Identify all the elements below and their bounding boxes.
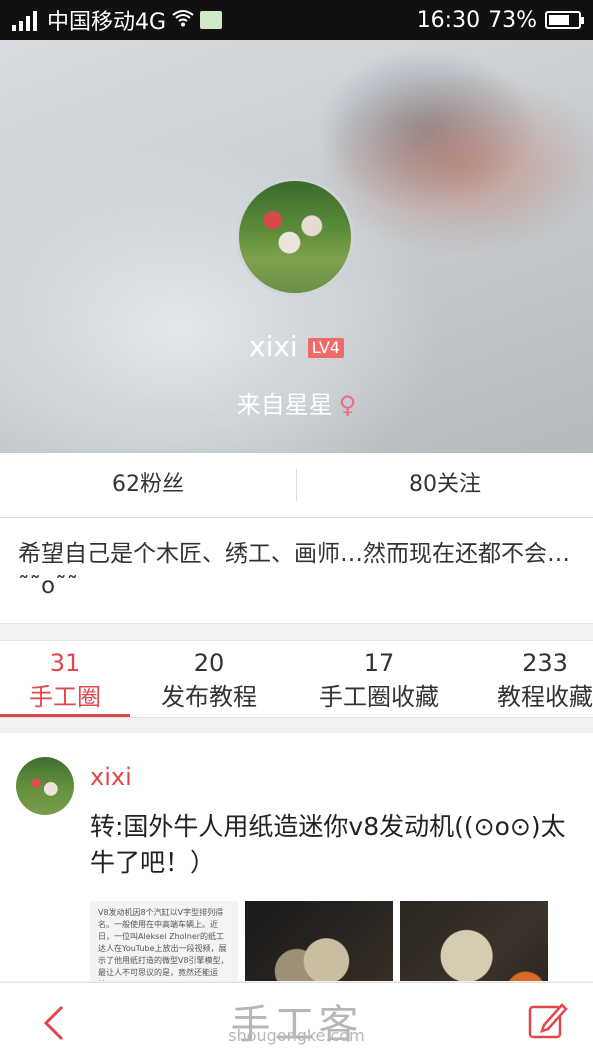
tab-count: 31 (49, 649, 81, 677)
following-count[interactable]: 80关注 (297, 453, 593, 517)
status-bar: 中国移动4G 16:30 73% (0, 0, 593, 40)
post-author-avatar[interactable] (16, 757, 74, 815)
carrier-label: 中国移动4G (47, 10, 167, 35)
location-row: 来自星星 ♀ (0, 385, 593, 420)
tab-label: 手工圈 (29, 683, 101, 711)
fans-count[interactable]: 62粉丝 (0, 453, 296, 517)
post-title[interactable]: 转:国外牛人用纸造迷你v8发动机((⊙o⊙)太牛了吧！） (90, 809, 570, 881)
clock: 16:30 (416, 7, 481, 33)
location-text: 来自星星 (236, 391, 333, 419)
post-image-text: V8发动机因8个汽缸以V字型排列得名。一般使用在中高端车辆上。近日，一位叫Ale… (98, 908, 229, 981)
tab-circle-favorites[interactable]: 17 手工圈收藏 (288, 641, 470, 717)
battery-icon (545, 11, 584, 29)
battery-percent: 73% (488, 7, 537, 33)
username-row: xixi LV4 (0, 330, 593, 363)
profile-tabs: 31 手工圈 20 发布教程 17 手工圈收藏 233 教程收藏 (0, 640, 593, 718)
tab-count: 20 (193, 649, 225, 677)
notification-image-icon (200, 11, 223, 29)
tab-count: 17 (363, 649, 395, 677)
tab-published-tutorials[interactable]: 20 发布教程 (130, 641, 288, 717)
username: xixi (249, 330, 298, 363)
follow-stats: 62粉丝 80关注 (0, 453, 593, 518)
post-image-3[interactable] (400, 901, 548, 981)
wifi-icon (172, 9, 194, 32)
post-image-1[interactable]: V8发动机因8个汽缸以V字型排列得名。一般使用在中高端车辆上。近日，一位叫Ale… (90, 901, 238, 981)
female-icon: ♀ (338, 391, 357, 419)
signal-icon (12, 9, 37, 31)
post-author[interactable]: xixi (90, 763, 132, 791)
watermark-url: shougongke.com (228, 1026, 365, 1045)
bio-text: 希望自己是个木匠、绣工、画师…然而现在还都不会…˜˜o˜˜ (0, 518, 593, 624)
tab-handcraft-circle[interactable]: 31 手工圈 (0, 641, 130, 717)
avatar[interactable] (236, 178, 354, 296)
tab-label: 手工圈收藏 (319, 683, 439, 711)
tab-count: 233 (522, 649, 568, 677)
tab-label: 发布教程 (161, 683, 257, 711)
tab-label: 教程收藏 (497, 683, 593, 711)
post-card[interactable]: xixi 转:国外牛人用纸造迷你v8发动机((⊙o⊙)太牛了吧！） V8发动机因… (0, 733, 593, 981)
level-badge: LV4 (307, 338, 344, 358)
post-image-2[interactable] (245, 901, 393, 981)
profile-header: xixi LV4 来自星星 ♀ (0, 40, 593, 453)
tab-tutorial-favorites[interactable]: 233 教程收藏 (470, 641, 593, 717)
